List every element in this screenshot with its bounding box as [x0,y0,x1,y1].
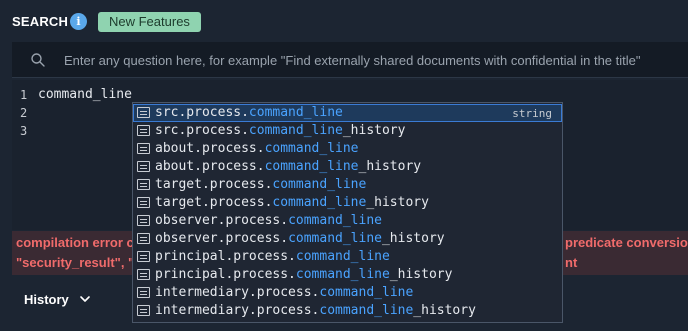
suggestion-item[interactable]: src.process.command_line_history [133,122,562,140]
suggestion-item[interactable]: observer.process.command_line [133,212,562,230]
error-text: compilation error c [16,235,134,250]
autocomplete-popup: src.process.command_line string src.proces… [132,102,563,323]
error-text: predicate conversion [565,235,688,250]
field-icon [137,161,150,172]
suggestion-match: command_line [295,267,390,282]
suggestion-match: command_line [248,123,343,138]
new-features-badge[interactable]: New Features [98,12,201,32]
suggestion-label: src.process.command_line [155,105,343,120]
suggestion-match: command_line [248,105,343,120]
suggestion-prefix: intermediary.process. [155,285,320,300]
suggestion-prefix: intermediary.process. [155,303,320,318]
suggestion-match: command_line [264,159,359,174]
search-input[interactable] [64,50,684,70]
chevron-down-icon[interactable] [79,293,91,305]
suggestion-match: command_line [272,177,367,192]
suggestion-item[interactable]: observer.process.command_line_history [133,230,562,248]
field-icon [137,251,150,262]
suggestion-suffix: _history [342,123,406,138]
suggestion-suffix: _history [358,159,422,174]
line-number: 3 [20,124,28,138]
suggestion-prefix: observer.process. [155,213,289,228]
search-bar [12,42,688,78]
suggestion-prefix: principal.process. [155,267,296,282]
field-icon [137,215,150,226]
suggestion-suffix: _history [389,267,453,282]
suggestion-match: command_line [295,249,390,264]
suggestion-prefix: src.process. [155,123,249,138]
suggestion-item[interactable]: about.process.command_line [133,140,562,158]
suggestion-item[interactable]: principal.process.command_line_history [133,266,562,284]
suggestion-prefix: target.process. [155,177,273,192]
page-title: SEARCH [12,14,69,29]
suggestion-item[interactable]: intermediary.process.command_line_histor… [133,302,562,320]
suggestion-item[interactable]: principal.process.command_line [133,248,562,266]
suggestion-label: about.process.command_line_history [155,159,421,174]
suggestion-label: about.process.command_line [155,141,359,156]
search-icon [31,53,45,67]
query-code[interactable]: command_line [38,87,132,102]
suggestion-label: observer.process.command_line [155,213,382,228]
suggestion-prefix: about.process. [155,141,265,156]
suggestion-item[interactable]: about.process.command_line_history [133,158,562,176]
suggestion-type: string [512,107,552,120]
suggestion-prefix: about.process. [155,159,265,174]
line-number: 2 [20,106,28,120]
suggestion-item[interactable]: target.process.command_line_history [133,194,562,212]
suggestion-prefix: target.process. [155,195,273,210]
field-icon [137,287,150,298]
history-toggle[interactable]: History [24,292,69,307]
suggestion-item[interactable]: src.process.command_line string [133,104,562,122]
suggestion-label: src.process.command_line_history [155,123,405,138]
info-icon[interactable]: i [70,13,87,30]
suggestion-match: command_line [319,285,414,300]
field-icon [137,197,150,208]
top-bar: SEARCH i New Features [0,0,688,42]
suggestion-match: command_line [264,141,359,156]
suggestion-match: command_line [319,303,414,318]
suggestion-label: target.process.command_line [155,177,366,192]
suggestion-match: command_line [288,231,382,246]
suggestion-match: command_line [288,213,382,228]
suggestion-label: intermediary.process.command_line_histor… [155,303,476,318]
field-icon [137,125,150,136]
suggestion-prefix: src.process. [155,105,249,120]
suggestion-suffix: _history [366,195,429,210]
suggestion-match: command_line [272,195,367,210]
suggestion-prefix: principal.process. [155,249,296,264]
field-icon [137,107,150,118]
suggestion-label: target.process.command_line_history [155,195,429,210]
field-icon [137,143,150,154]
suggestion-item[interactable]: intermediary.process.command_line [133,284,562,302]
suggestion-label: observer.process.command_line_history [155,231,445,246]
field-icon [137,305,150,316]
suggestion-prefix: observer.process. [155,231,289,246]
field-icon [137,233,150,244]
suggestion-label: principal.process.command_line [155,249,390,264]
field-icon [137,179,150,190]
error-text: nt [565,255,578,270]
suggestion-suffix: _history [413,303,476,318]
field-icon [137,269,150,280]
line-number: 1 [20,88,28,102]
suggestion-item[interactable]: target.process.command_line [133,176,562,194]
suggestion-label: principal.process.command_line_history [155,267,452,282]
suggestion-suffix: _history [381,231,445,246]
suggestion-label: intermediary.process.command_line [155,285,413,300]
error-text: "security_result", " [16,255,135,270]
